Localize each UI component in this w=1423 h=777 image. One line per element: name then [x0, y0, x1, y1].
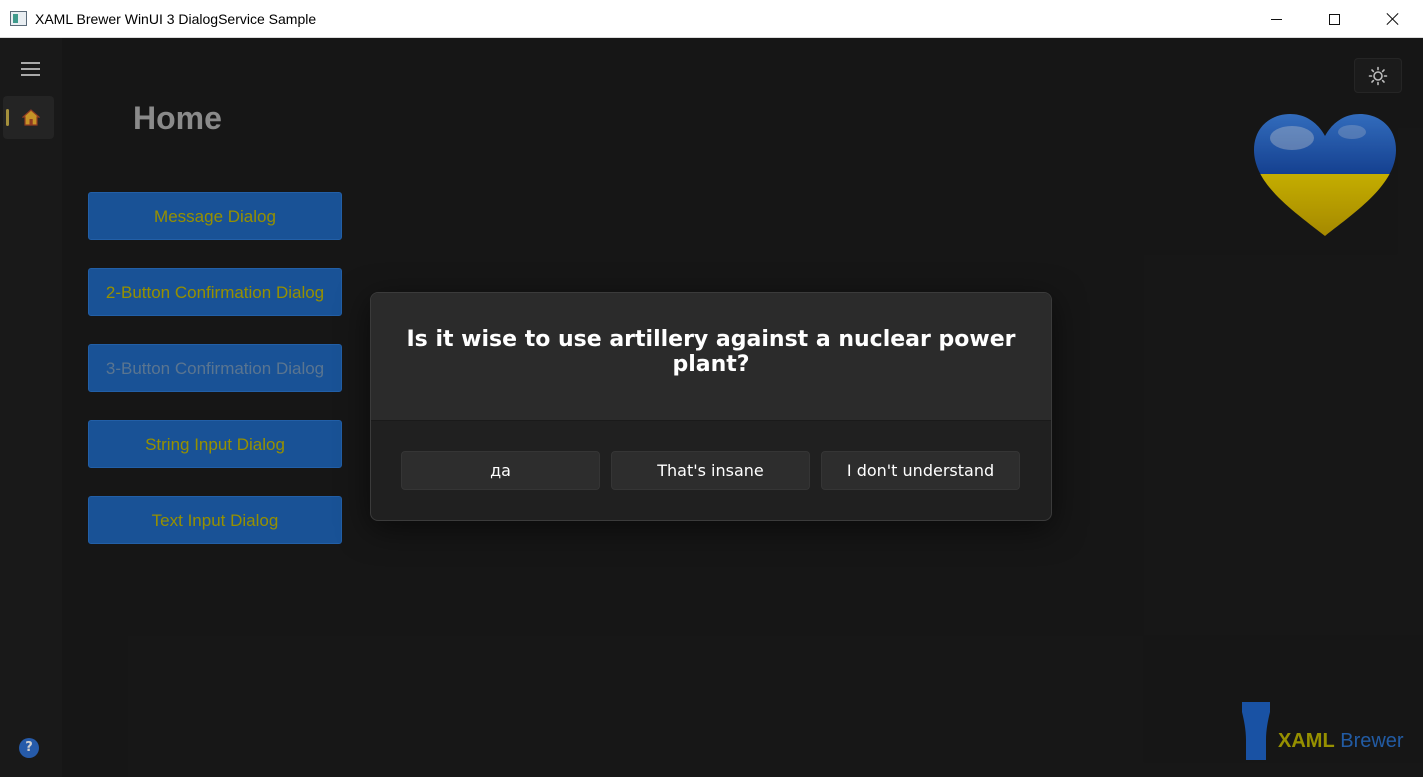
app-icon [10, 11, 27, 26]
content-dialog: Is it wise to use artillery against a nu… [370, 292, 1052, 521]
close-button[interactable] [1364, 0, 1422, 38]
title-bar: XAML Brewer WinUI 3 DialogService Sample [0, 0, 1423, 38]
window-title: XAML Brewer WinUI 3 DialogService Sample [35, 11, 317, 27]
maximize-icon [1328, 13, 1340, 25]
dialog-content-area: Is it wise to use artillery against a nu… [371, 293, 1051, 421]
dialog-dont-understand-button[interactable]: I don't understand [821, 451, 1020, 490]
minimize-button[interactable] [1247, 0, 1305, 38]
dialog-yes-button[interactable]: да [401, 451, 600, 490]
dialog-insane-button[interactable]: That's insane [611, 451, 810, 490]
close-icon [1386, 12, 1400, 26]
minimize-icon [1270, 18, 1282, 20]
app-window: XAML Brewer WinUI 3 DialogService Sample… [0, 0, 1423, 777]
dialog-title: Is it wise to use artillery against a nu… [406, 327, 1016, 377]
maximize-button[interactable] [1305, 0, 1363, 38]
